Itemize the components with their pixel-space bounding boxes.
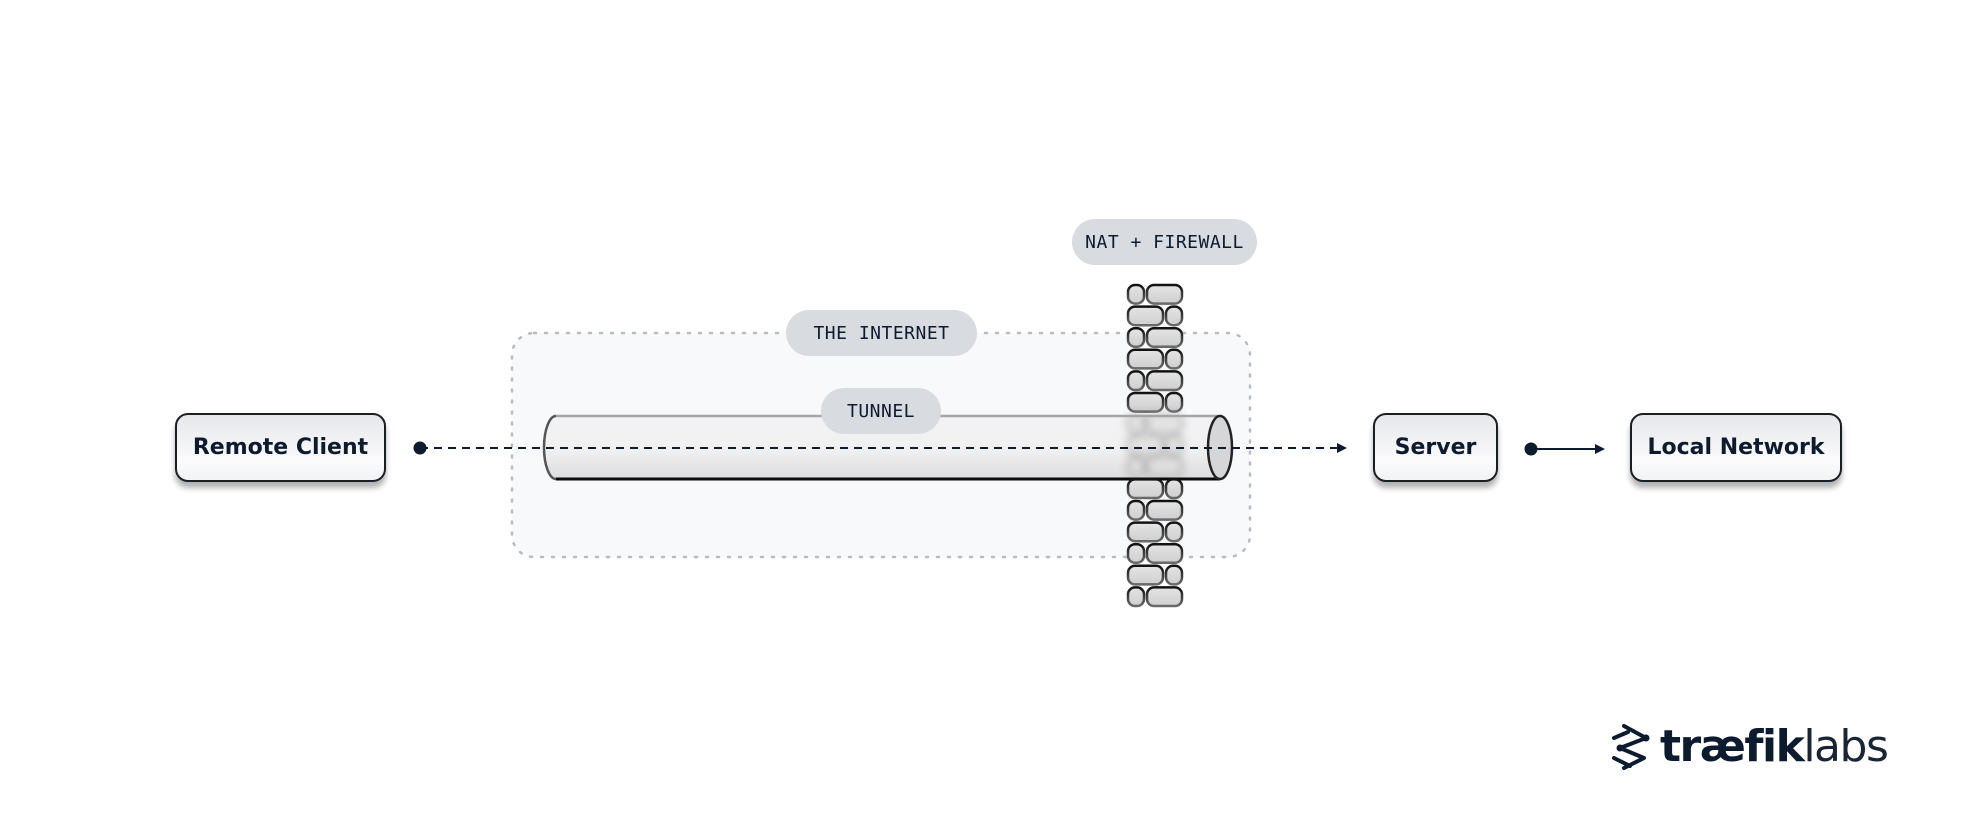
firewall-brick	[1126, 348, 1165, 370]
firewall-brick	[1145, 586, 1184, 608]
remote-client-node: Remote Client	[175, 413, 386, 482]
firewall-brick	[1126, 326, 1146, 349]
firewall-brick	[1145, 370, 1184, 392]
firewall-brick	[1126, 283, 1146, 305]
firewall-brick	[1126, 499, 1146, 521]
firewall-brick	[1126, 391, 1165, 413]
firewall-brick	[1126, 521, 1165, 543]
firewall-brick	[1126, 586, 1146, 608]
traefik-labs-logo: træfiklabs	[1610, 721, 1889, 772]
firewall-brick	[1164, 521, 1184, 543]
firewall-brick	[1164, 348, 1184, 370]
firewall-brick	[1145, 542, 1184, 565]
firewall-brick	[1126, 413, 1146, 435]
local-network-node: Local Network	[1630, 413, 1842, 482]
internet-label: THE INTERNET	[786, 310, 977, 356]
firewall-brick	[1126, 434, 1165, 457]
firewall-brick	[1145, 413, 1184, 435]
logo-brand-bold: træfik	[1660, 721, 1805, 772]
firewall-brick	[1145, 499, 1184, 521]
firewall-brick	[1164, 564, 1184, 586]
firewall-brick	[1126, 564, 1165, 586]
firewall-brick	[1164, 478, 1184, 500]
tunnel-label: TUNNEL	[821, 388, 941, 434]
firewall-brick	[1126, 478, 1165, 500]
firewall-brick	[1145, 326, 1184, 349]
firewall-brick	[1126, 305, 1165, 327]
firewall-label: NAT + FIREWALL	[1072, 219, 1257, 265]
server-node: Server	[1373, 413, 1498, 482]
firewall-brick	[1164, 305, 1184, 327]
logo-brand-light: labs	[1803, 721, 1889, 772]
traefik-logo-mark-icon	[1612, 724, 1650, 770]
firewall-brick	[1164, 434, 1184, 457]
firewall-brick	[1126, 542, 1146, 565]
firewall-brick	[1145, 283, 1184, 305]
firewall-brick	[1145, 456, 1184, 478]
firewall-brick	[1164, 391, 1184, 413]
firewall-brick	[1126, 370, 1146, 392]
firewall-brick	[1126, 456, 1146, 478]
